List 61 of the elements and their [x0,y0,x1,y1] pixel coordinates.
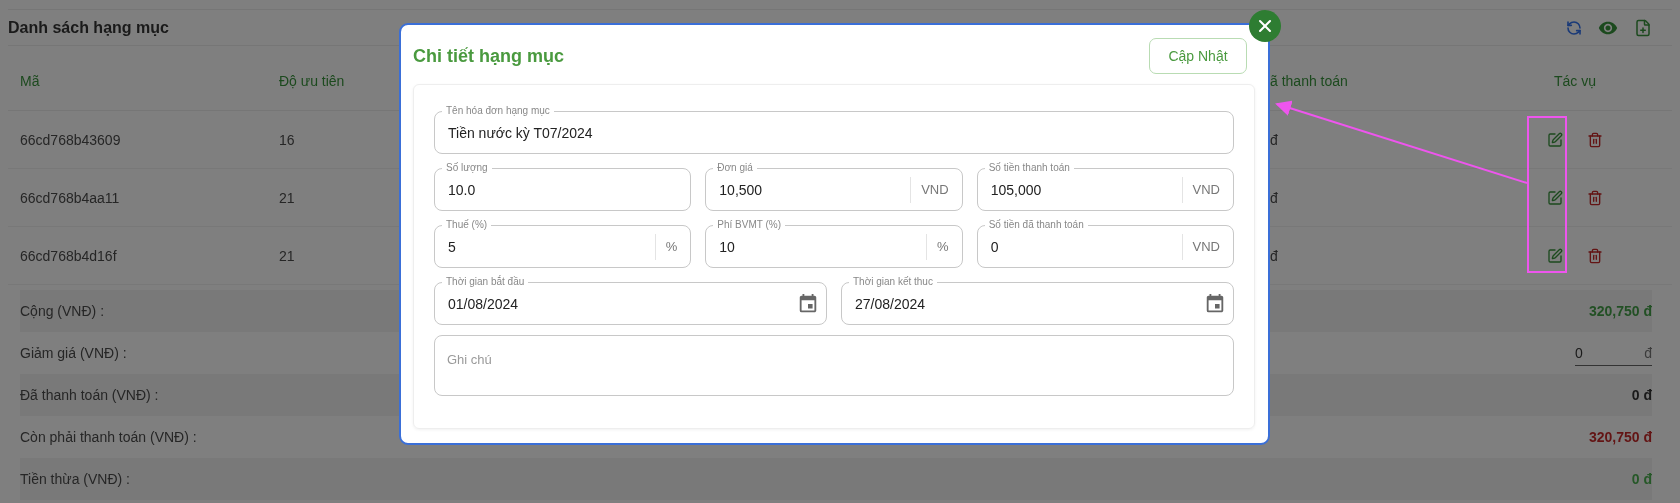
field-label: Số lượng [442,162,492,174]
input-field[interactable]: Thuế (%) 5 % [434,218,692,268]
update-button[interactable]: Cập Nhật [1149,38,1247,74]
input-field[interactable]: Số tiền đã thanh toán 0 VND [976,218,1234,268]
input-field[interactable]: Số tiền thanh toán 105,000 VND [976,161,1234,211]
delete-button[interactable] [1587,189,1603,206]
dialog-title: Chi tiết hạng mục [413,45,564,67]
table-cell: đ [1270,131,1278,148]
summary-value: 320,750 đ [1588,429,1652,445]
input-field[interactable]: Phí BVMT (%) 10 % [705,218,963,268]
column-header: ã thanh toán [1270,73,1348,89]
field-label: Tên hóa đơn hạng mục [442,105,554,117]
edit-button[interactable] [1547,247,1563,264]
calendar-icon[interactable] [1204,292,1226,315]
input-field[interactable]: Tên hóa đơn hạng mục Tiền nước kỳ T07/2024 [434,104,1234,154]
column-header: Tác vụ [1554,73,1596,89]
table-cell: 21 [279,247,295,264]
delete-button[interactable] [1587,247,1603,264]
unit-label: VND [1181,233,1234,260]
summary-label: Đã thanh toán (VNĐ) : [20,387,159,403]
field-label: Số tiền đã thanh toán [984,219,1088,231]
column-header: Mã [20,73,40,89]
edit-button[interactable] [1547,131,1563,148]
table-cell: đ [1270,189,1278,206]
table-cell: 16 [279,131,295,148]
field-label: Số tiền thanh toán [984,162,1074,174]
summary-label: Tiền thừa (VNĐ) : [20,471,130,487]
date-field[interactable]: Thời gian bắt đầu 01/08/2024 [434,275,827,325]
summary-label: Còn phải thanh toán (VNĐ) : [20,429,197,445]
calendar-icon[interactable] [797,292,819,315]
edit-button[interactable] [1547,189,1563,206]
field-label: Đơn giá [713,162,757,174]
field-label: Thời gian bắt đầu [442,276,529,288]
currency-unit: đ [1644,344,1652,361]
table-cell: 21 [279,189,295,206]
refresh-icon[interactable] [1566,19,1582,36]
summary-value: 0 đ [1631,471,1652,487]
discount-field[interactable]: 0 đ [1575,340,1652,366]
column-header: Độ ưu tiên [279,73,345,89]
input-field[interactable]: Đơn giá 10,500 VND [705,161,963,211]
unit-label: VND [910,176,963,203]
field-label: Thuế (%) [442,219,492,231]
file-plus-icon[interactable] [1634,18,1652,37]
unit-label: % [654,233,692,260]
date-field[interactable]: Thời gian kết thuc 27/08/2024 [841,275,1234,325]
table-cell: 66cd768b4d16f [20,247,117,264]
unit-label: % [926,233,963,260]
summary-label: Giảm giá (VNĐ) : [20,345,127,361]
table-cell: 66cd768b43609 [20,131,121,148]
input-field[interactable]: Số lượng 10.0 [434,161,692,211]
page-title: Danh sách hạng mục [8,18,169,37]
summary-label: Cộng (VNĐ) : [20,303,105,319]
table-cell: đ [1270,247,1278,264]
delete-button[interactable] [1587,131,1603,148]
summary-value: 320,750 đ [1588,303,1652,319]
unit-label: VND [1181,176,1234,203]
summary-value: 0 đ [1631,387,1652,403]
table-cell: 66cd768b4aa11 [20,189,120,206]
field-label: Thời gian kết thuc [849,276,937,288]
close-button[interactable] [1249,10,1281,42]
field-label: Phí BVMT (%) [713,219,786,231]
